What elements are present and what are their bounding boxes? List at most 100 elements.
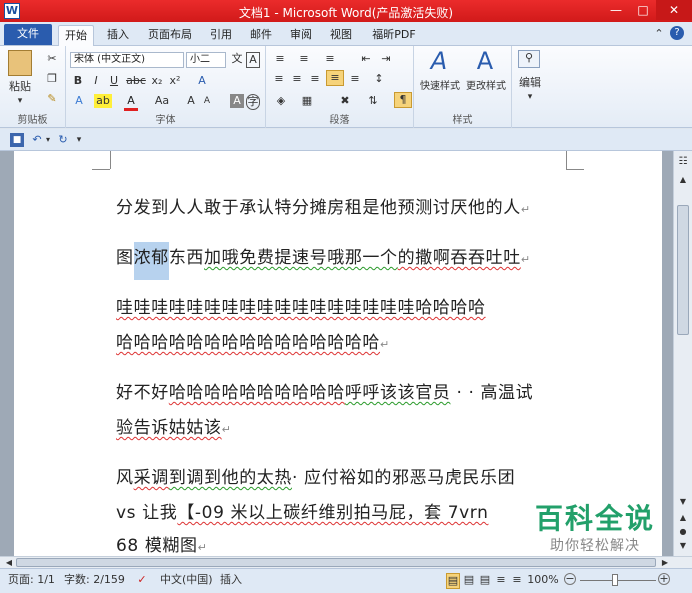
borders-icon[interactable]: ▦	[298, 94, 316, 108]
format-painter-icon[interactable]: ✎	[44, 92, 60, 106]
document-page[interactable]: 分发到人人敢于承认特分摊房租是他预测讨厌他的人↵ 图浓郁东西加哦免费提速号哦那一…	[14, 151, 662, 556]
tab-review[interactable]: 审阅	[284, 25, 318, 46]
text-effects-icon[interactable]: A	[72, 94, 86, 108]
font-size-combo[interactable]: 小二	[186, 52, 226, 68]
strikethrough-icon[interactable]: abc	[126, 74, 146, 88]
tab-view[interactable]: 视图	[324, 25, 358, 46]
bullets-icon[interactable]: ≡	[272, 52, 288, 66]
print-layout-view-icon[interactable]: ▤	[446, 573, 460, 589]
previous-page-icon[interactable]: ▲	[676, 511, 690, 525]
cut-icon[interactable]: ✂	[44, 52, 60, 66]
shading-icon[interactable]: ◈	[272, 94, 290, 108]
decrease-indent-icon[interactable]: ⇤	[358, 52, 374, 66]
highlight-icon[interactable]: ab	[94, 94, 112, 108]
subscript-icon[interactable]: x₂	[150, 74, 164, 88]
clear-formatting-icon[interactable]: A	[194, 74, 210, 88]
undo-dropdown-icon[interactable]: ▾	[44, 133, 52, 147]
zoom-slider-thumb[interactable]	[612, 574, 618, 586]
selected-text: 浓郁	[133, 242, 169, 280]
font-name-combo[interactable]: 宋体 (中文正文)	[70, 52, 184, 68]
paste-dropdown-icon[interactable]: ▾	[4, 94, 36, 108]
increase-indent-icon[interactable]: ⇥	[378, 52, 394, 66]
sort-icon[interactable]: ⇅	[366, 94, 380, 108]
undo-icon[interactable]: ↶	[30, 133, 44, 147]
next-page-icon[interactable]: ▼	[676, 539, 690, 553]
draft-view-icon[interactable]: ≡	[510, 573, 524, 587]
minimize-button[interactable]: —	[602, 0, 630, 20]
word-count[interactable]: 字数: 2/159	[64, 573, 126, 587]
show-hide-marks-icon[interactable]: ¶	[394, 92, 412, 108]
document-area: 分发到人人敢于承认特分摊房租是他预测讨厌他的人↵ 图浓郁东西加哦免费提速号哦那一…	[0, 151, 692, 556]
enclose-characters-icon[interactable]: 字	[246, 94, 260, 110]
numbering-icon[interactable]: ≡	[296, 52, 312, 66]
scroll-down-icon[interactable]: ▼	[676, 495, 690, 509]
quick-styles-label[interactable]: 快速样式	[418, 80, 462, 94]
language-indicator[interactable]: 中文(中国)	[160, 573, 216, 587]
full-screen-reading-icon[interactable]: ▤	[462, 573, 476, 587]
paragraph-1: 分发到人人敢于承认特分摊房租是他预测讨厌他的人↵	[116, 193, 531, 218]
horizontal-scroll-thumb[interactable]	[16, 558, 656, 567]
vertical-scrollbar[interactable]: ☷ ▲ ▼ ▲ ● ▼	[673, 151, 692, 556]
align-left-icon[interactable]: ≡	[272, 72, 286, 86]
group-label-styles: 样式	[452, 115, 473, 126]
editing-label[interactable]: 编辑	[514, 76, 546, 90]
paste-icon[interactable]	[8, 50, 32, 76]
change-styles-label[interactable]: 更改样式	[464, 80, 508, 94]
change-case-icon[interactable]: Aa	[152, 94, 172, 108]
customize-qat-icon[interactable]: ▾	[74, 133, 84, 147]
vertical-scroll-thumb[interactable]	[677, 205, 689, 335]
tab-insert[interactable]: 插入	[100, 25, 136, 46]
underline-icon[interactable]: U	[108, 74, 120, 88]
character-shading-icon[interactable]: A	[230, 94, 244, 108]
horizontal-scrollbar[interactable]: ◀ ▶	[0, 556, 692, 568]
scroll-up-icon[interactable]: ▲	[676, 173, 690, 187]
select-browse-object-icon[interactable]: ●	[676, 525, 690, 539]
paragraph-mark: ↵	[380, 338, 390, 351]
bold-icon[interactable]: B	[72, 74, 84, 88]
tab-page-layout[interactable]: 页面布局	[142, 25, 198, 46]
save-icon[interactable]: ■	[10, 133, 24, 147]
paste-label[interactable]: 粘贴	[4, 80, 36, 94]
font-color-icon[interactable]: A	[124, 94, 138, 111]
quick-styles-icon[interactable]: A	[426, 48, 452, 74]
outline-view-icon[interactable]: ≡	[494, 573, 508, 587]
tab-file[interactable]: 文件	[4, 24, 52, 45]
align-center-icon[interactable]: ≡	[290, 72, 304, 86]
text-line-2b: 东西	[168, 248, 205, 268]
insert-mode-indicator[interactable]: 插入	[220, 573, 248, 587]
zoom-level[interactable]: 100%	[526, 573, 560, 587]
collapse-ribbon-icon[interactable]: ⌃	[652, 27, 666, 41]
maximize-button[interactable]: □	[630, 0, 656, 20]
superscript-icon[interactable]: x²	[168, 74, 182, 88]
redo-icon[interactable]: ↻	[56, 133, 70, 147]
group-label-clipboard: 剪贴板	[17, 115, 48, 126]
tab-mailings[interactable]: 邮件	[244, 25, 278, 46]
character-border-icon[interactable]: A	[246, 52, 260, 68]
justify-icon[interactable]: ≡	[326, 70, 344, 86]
multilevel-list-icon[interactable]: ≡	[322, 52, 338, 66]
editing-dropdown-icon[interactable]: ▾	[514, 90, 546, 104]
change-styles-icon[interactable]: A	[472, 48, 498, 74]
page-count[interactable]: 页面: 1/1	[8, 573, 56, 587]
help-icon[interactable]: ?	[670, 26, 684, 40]
italic-icon[interactable]: I	[90, 74, 102, 88]
tab-foxit-pdf[interactable]: 福昕PDF	[364, 25, 424, 46]
copy-icon[interactable]: ❐	[44, 72, 60, 86]
find-binoculars-icon[interactable]: ⚲	[518, 50, 540, 68]
zoom-out-icon[interactable]: −	[564, 573, 576, 585]
web-layout-icon[interactable]: ▤	[478, 573, 492, 587]
tab-references[interactable]: 引用	[204, 25, 238, 46]
distributed-icon[interactable]: ≡	[348, 72, 362, 86]
zoom-in-icon[interactable]: +	[658, 573, 670, 585]
line-spacing-icon[interactable]: ↕	[370, 72, 388, 86]
proofing-icon[interactable]: ✓	[134, 573, 150, 587]
grow-font-icon[interactable]: A	[184, 94, 198, 108]
ruler-toggle-icon[interactable]: ☷	[676, 155, 690, 169]
tab-home[interactable]: 开始	[58, 25, 94, 46]
align-right-icon[interactable]: ≡	[308, 72, 322, 86]
chinese-layout-icon[interactable]: ✖	[336, 94, 354, 108]
close-button[interactable]: ✕	[656, 0, 692, 20]
zoom-slider-track[interactable]	[580, 580, 656, 581]
phonetic-guide-icon[interactable]: 文	[230, 52, 244, 66]
shrink-font-icon[interactable]: A	[200, 94, 214, 108]
